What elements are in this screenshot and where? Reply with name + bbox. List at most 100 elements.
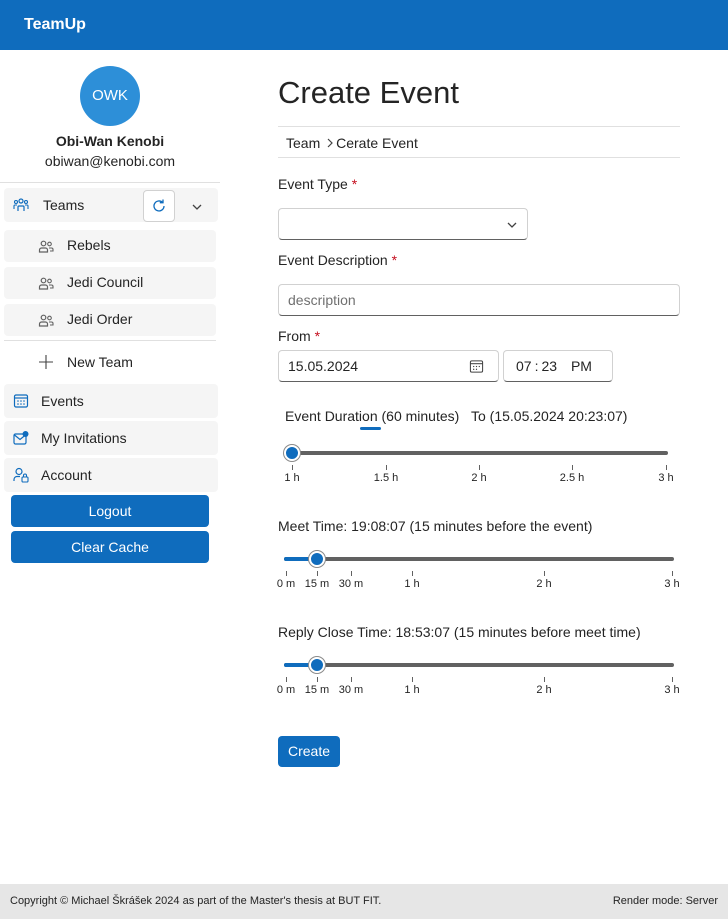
slider-tick: [572, 465, 573, 470]
slider-tick-label: 30 m: [338, 578, 364, 590]
from-hour: 07: [516, 358, 532, 374]
slider-tick-label: 15 m: [304, 684, 330, 696]
slider-track[interactable]: [284, 663, 674, 667]
avatar: OWK: [80, 66, 140, 126]
nav-my-invitations-label: My Invitations: [41, 430, 127, 446]
slider-tick: [479, 465, 480, 470]
slider-tick-label: 0 m: [276, 684, 296, 696]
people-icon: [38, 240, 54, 253]
slider-tick: [386, 465, 387, 470]
slider-tick: [412, 571, 413, 576]
slider-thumb[interactable]: [309, 551, 325, 567]
sidebar-item-label: Jedi Order: [67, 311, 133, 327]
slider-tick: [286, 571, 287, 576]
divider: [4, 340, 216, 341]
refresh-icon: [153, 199, 165, 212]
slider-thumb[interactable]: [309, 657, 325, 673]
slider-tick: [286, 677, 287, 682]
person-lock-icon: [13, 467, 29, 483]
nav-my-invitations[interactable]: My Invitations: [4, 421, 218, 455]
slider-tick: [666, 465, 667, 470]
slider-tick-label: 3 h: [664, 578, 680, 590]
slider-track[interactable]: [292, 451, 668, 455]
slider-tick-label: 1 h: [404, 684, 420, 696]
nav-account-label: Account: [41, 467, 92, 483]
slider-track[interactable]: [284, 557, 674, 561]
event-end-label: To (15.05.2024 20:23:07): [471, 408, 628, 424]
people-icon: [38, 277, 54, 290]
clear-cache-button[interactable]: Clear Cache: [11, 531, 209, 563]
reply-close-time-label: Reply Close Time: 18:53:07 (15 minutes b…: [278, 624, 641, 640]
from-date-value: 15.05.2024: [288, 358, 359, 374]
add-icon: [39, 355, 53, 369]
nav-events-label: Events: [41, 393, 84, 409]
calendar-icon: [13, 394, 29, 408]
sidebar-item-label: New Team: [67, 354, 133, 370]
slider-tick: [544, 677, 545, 682]
sidebar-item-label: Rebels: [67, 237, 111, 253]
slider-tick: [351, 677, 352, 682]
user-name: Obi-Wan Kenobi: [55, 133, 165, 149]
chevron-down-icon: [507, 222, 517, 228]
copyright-text: Copyright © Michael Škrášek 2024 as part…: [10, 895, 382, 907]
logout-button[interactable]: Logout: [11, 495, 209, 527]
slider-tick: [412, 677, 413, 682]
required-asterisk: *: [314, 328, 321, 344]
chevron-down-icon[interactable]: [191, 201, 203, 213]
duration-tab-indicator: [360, 427, 381, 430]
render-mode-text: Render mode: Server: [612, 895, 718, 907]
footer: Copyright © Michael Škrášek 2024 as part…: [0, 884, 728, 919]
slider-tick: [672, 677, 673, 682]
from-label-text: From: [278, 328, 311, 344]
time-separator: :: [534, 358, 539, 374]
slider-tick-label: 1 h: [284, 472, 300, 484]
refresh-teams-button[interactable]: [143, 190, 175, 222]
nav-teams-label: Teams: [43, 197, 85, 213]
people-icon: [38, 314, 54, 327]
slider-thumb[interactable]: [284, 445, 300, 461]
slider-tick: [317, 677, 318, 682]
sidebar-item-new-team[interactable]: New Team: [4, 346, 216, 378]
slider-tick-label: 1.5 h: [373, 472, 399, 484]
breadcrumb-team[interactable]: Team: [286, 135, 320, 151]
slider-tick-label: 0 m: [276, 578, 296, 590]
nav-teams[interactable]: Teams: [4, 188, 218, 222]
slider-tick-label: 2.5 h: [559, 472, 585, 484]
from-minute: 23: [541, 358, 558, 374]
from-date-input[interactable]: 15.05.2024: [278, 350, 499, 382]
slider-tick: [544, 571, 545, 576]
event-type-select[interactable]: [278, 208, 528, 240]
event-description-input[interactable]: description: [278, 284, 680, 316]
slider-tick: [672, 571, 673, 576]
divider: [0, 182, 220, 183]
slider-tick-label: 3 h: [658, 472, 674, 484]
breadcrumb-current: Cerate Event: [336, 135, 418, 151]
app-header: TeamUp: [0, 0, 728, 50]
slider-tick-label: 30 m: [338, 684, 364, 696]
event-type-label: Event Type *: [278, 176, 357, 192]
from-time-input[interactable]: 07:23 PM: [503, 350, 613, 382]
from-label: From *: [278, 328, 320, 344]
breadcrumb: Team Cerate Event: [278, 126, 680, 158]
page-title: Create Event: [278, 75, 459, 110]
slider-tick-label: 3 h: [664, 684, 680, 696]
meet-time-label: Meet Time: 19:08:07 (15 minutes before t…: [278, 518, 593, 534]
nav-account[interactable]: Account: [4, 458, 218, 492]
slider-tick-label: 15 m: [304, 578, 330, 590]
from-ampm: PM: [570, 358, 592, 374]
people-team-icon: [13, 198, 29, 211]
nav-events[interactable]: Events: [4, 384, 218, 418]
slider-tick: [317, 571, 318, 576]
slider-tick: [292, 465, 293, 470]
event-duration-label: Event Duration (60 minutes): [285, 408, 460, 424]
calendar-icon[interactable]: [469, 359, 484, 374]
create-button[interactable]: Create: [278, 736, 340, 767]
sidebar-item-jedi-council[interactable]: Jedi Council: [4, 267, 216, 299]
mail-icon: [13, 431, 29, 445]
sidebar-item-jedi-order[interactable]: Jedi Order: [4, 304, 216, 336]
event-description-label: Event Description *: [278, 252, 397, 268]
slider-tick-label: 1 h: [404, 578, 420, 590]
chevron-right-icon: [327, 138, 333, 148]
event-type-label-text: Event Type: [278, 176, 348, 192]
sidebar-item-rebels[interactable]: Rebels: [4, 230, 216, 262]
